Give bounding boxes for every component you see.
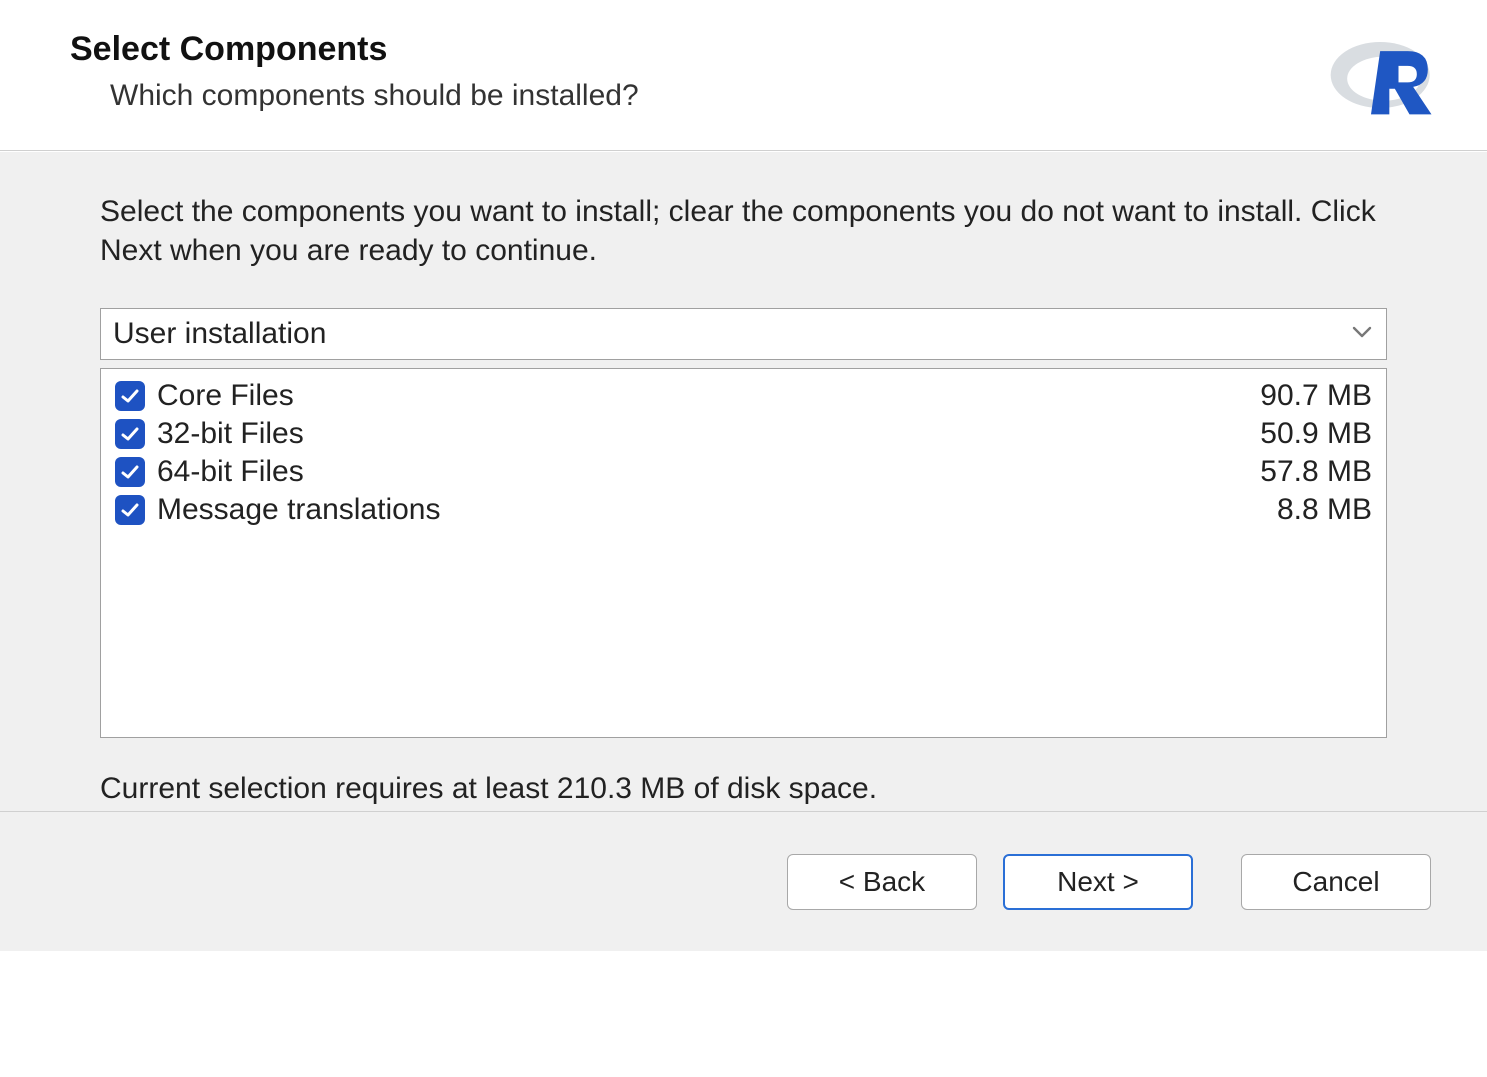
installation-type-value: User installation	[113, 317, 326, 351]
cancel-button[interactable]: Cancel	[1241, 854, 1431, 910]
list-item: Message translations 8.8 MB	[111, 491, 1376, 529]
wizard-button-bar: < Back Next > Cancel	[0, 811, 1487, 951]
next-button[interactable]: Next >	[1003, 854, 1193, 910]
component-label: Message translations	[157, 493, 440, 527]
wizard-header: Select Components Which components shoul…	[0, 0, 1487, 151]
list-item: 64-bit Files 57.8 MB	[111, 453, 1376, 491]
list-item: Core Files 90.7 MB	[111, 377, 1376, 415]
checkbox-message-translations[interactable]	[115, 495, 145, 525]
components-list[interactable]: Core Files 90.7 MB 32-bit Files 50.9 MB …	[100, 368, 1387, 738]
component-label: 64-bit Files	[157, 455, 304, 489]
checkbox-64-bit-files[interactable]	[115, 457, 145, 487]
back-button[interactable]: < Back	[787, 854, 977, 910]
component-size: 8.8 MB	[1277, 493, 1372, 527]
instructions-text: Select the components you want to instal…	[100, 192, 1387, 270]
disk-space-text: Current selection requires at least 210.…	[100, 772, 1387, 806]
chevron-down-icon	[1352, 323, 1372, 346]
list-item: 32-bit Files 50.9 MB	[111, 415, 1376, 453]
wizard-header-text: Select Components Which components shoul…	[70, 30, 1297, 113]
checkbox-core-files[interactable]	[115, 381, 145, 411]
page-title: Select Components	[70, 30, 1297, 69]
installation-type-select[interactable]: User installation	[100, 308, 1387, 360]
component-label: 32-bit Files	[157, 417, 304, 451]
page-subtitle: Which components should be installed?	[110, 79, 1297, 113]
r-logo-icon	[1327, 30, 1437, 120]
checkbox-32-bit-files[interactable]	[115, 419, 145, 449]
component-size: 57.8 MB	[1260, 455, 1372, 489]
component-label: Core Files	[157, 379, 294, 413]
component-size: 90.7 MB	[1260, 379, 1372, 413]
wizard-body: Select the components you want to instal…	[0, 151, 1487, 811]
component-size: 50.9 MB	[1260, 417, 1372, 451]
